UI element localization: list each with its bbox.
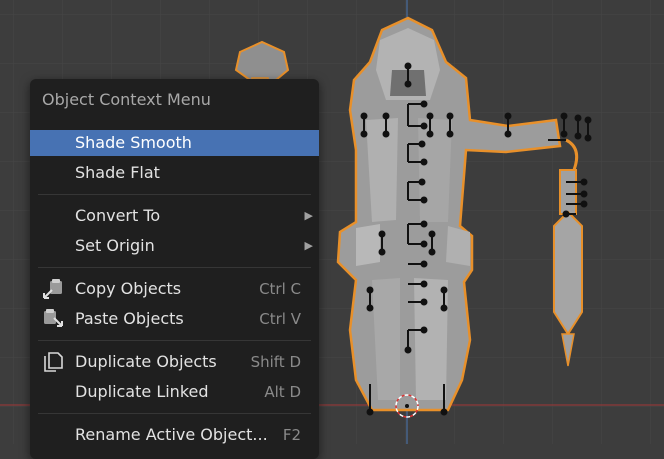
menu-item-label: Shade Flat bbox=[75, 163, 160, 182]
submenu-arrow-icon: ▶ bbox=[304, 209, 313, 222]
menu-title: Object Context Menu bbox=[42, 90, 211, 109]
menu-item-paste-objects[interactable]: Paste Objects Ctrl V bbox=[30, 306, 319, 332]
menu-separator bbox=[38, 194, 311, 195]
menu-separator bbox=[38, 413, 311, 414]
menu-item-duplicate-objects[interactable]: Duplicate Objects Shift D bbox=[30, 349, 319, 375]
menu-separator bbox=[38, 267, 311, 268]
menu-item-shortcut: Shift D bbox=[250, 353, 301, 371]
object-context-menu: Object Context Menu Shade Smooth Shade F… bbox=[30, 79, 319, 459]
menu-separator bbox=[38, 340, 311, 341]
menu-item-shade-smooth[interactable]: Shade Smooth bbox=[30, 130, 319, 156]
menu-item-copy-objects[interactable]: Copy Objects Ctrl C bbox=[30, 276, 319, 302]
copy-icon bbox=[42, 278, 66, 300]
menu-item-label: Shade Smooth bbox=[75, 133, 192, 152]
menu-item-duplicate-linked[interactable]: Duplicate Linked Alt D bbox=[30, 379, 319, 405]
menu-item-shortcut: F2 bbox=[282, 426, 301, 444]
menu-item-label: Duplicate Objects bbox=[75, 352, 217, 371]
submenu-arrow-icon: ▶ bbox=[304, 239, 313, 252]
menu-item-label: Duplicate Linked bbox=[75, 382, 209, 401]
menu-item-shortcut: Ctrl V bbox=[259, 310, 301, 328]
menu-item-rename-active-object[interactable]: Rename Active Object... F2 bbox=[30, 422, 319, 448]
menu-item-label: Rename Active Object... bbox=[75, 425, 268, 444]
duplicate-icon bbox=[42, 351, 66, 373]
menu-item-shade-flat[interactable]: Shade Flat bbox=[30, 160, 319, 186]
menu-item-label: Paste Objects bbox=[75, 309, 184, 328]
menu-item-shortcut: Ctrl C bbox=[259, 280, 301, 298]
menu-item-label: Copy Objects bbox=[75, 279, 182, 298]
menu-item-label: Set Origin bbox=[75, 236, 155, 255]
menu-item-label: Convert To bbox=[75, 206, 161, 225]
menu-item-shortcut: Alt D bbox=[264, 383, 301, 401]
paste-icon bbox=[42, 308, 66, 330]
menu-item-convert-to[interactable]: Convert To ▶ bbox=[30, 203, 319, 229]
menu-item-set-origin[interactable]: Set Origin ▶ bbox=[30, 233, 319, 259]
